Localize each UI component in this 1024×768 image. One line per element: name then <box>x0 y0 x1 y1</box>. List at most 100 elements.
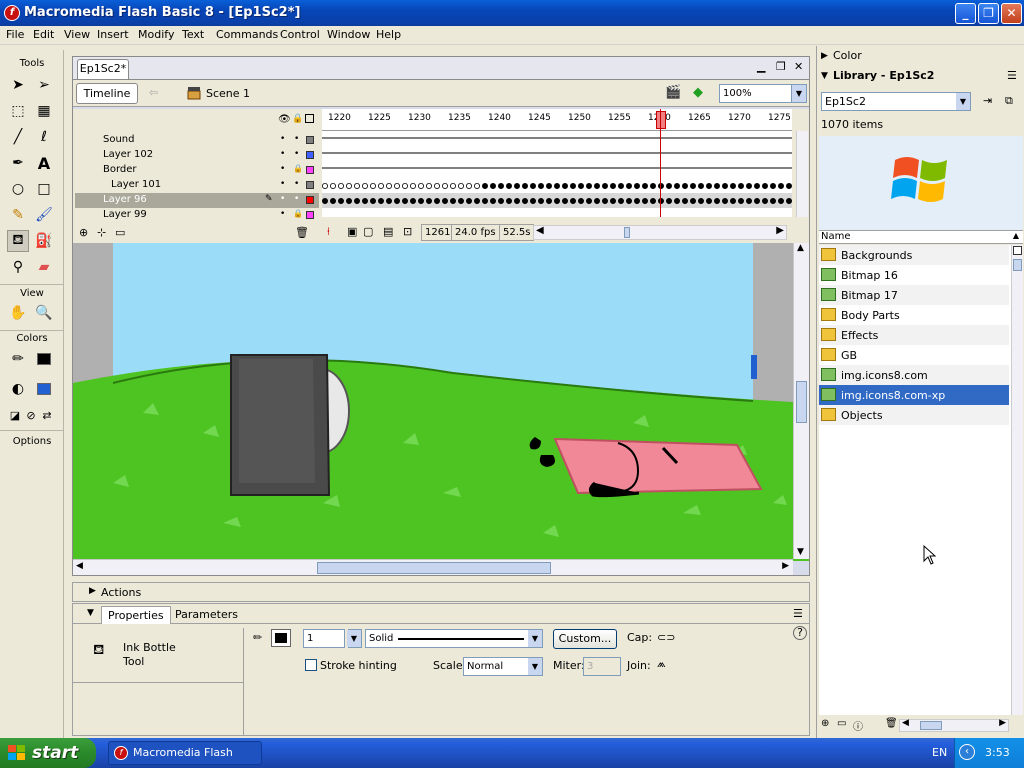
keyframe-dot[interactable] <box>665 183 672 190</box>
pen-tool-icon[interactable]: ✒ <box>7 152 29 174</box>
menu-help[interactable]: Help <box>376 28 401 41</box>
keyframe-dot[interactable] <box>505 198 512 205</box>
keyframe-dot[interactable] <box>665 198 672 205</box>
keyframe-dot[interactable] <box>617 183 624 190</box>
gradient-transform-icon[interactable]: ▦ <box>33 100 55 122</box>
keyframe-dot[interactable] <box>777 198 784 205</box>
visibility-dot-icon[interactable]: • <box>280 149 285 159</box>
keyframe-dot[interactable] <box>745 198 752 205</box>
keyframe-dot[interactable] <box>697 198 704 205</box>
keyframe-dot[interactable] <box>345 183 352 190</box>
keyframe-dot[interactable] <box>745 183 752 190</box>
menu-commands[interactable]: Commands <box>216 28 278 41</box>
stroke-color-icon[interactable]: ✏ <box>7 348 29 370</box>
paint-bucket-icon[interactable]: ⛽ <box>33 230 55 252</box>
panel-menu-icon[interactable]: ☰ <box>793 607 803 620</box>
keyframe-dot[interactable] <box>593 183 600 190</box>
keyframe-dot[interactable] <box>329 198 336 205</box>
keyframe-dot[interactable] <box>649 198 656 205</box>
scroll-thumb[interactable] <box>796 381 807 423</box>
keyframe-dot[interactable] <box>354 198 361 205</box>
keyframe-dot[interactable] <box>713 198 720 205</box>
keyframe-dot[interactable] <box>785 183 792 190</box>
keyframe-dot[interactable] <box>753 183 760 190</box>
keyframe-dot[interactable] <box>633 198 640 205</box>
edit-symbols-icon[interactable]: ◆ <box>693 85 703 100</box>
keyframe-dot[interactable] <box>553 198 560 205</box>
visibility-dot-icon[interactable]: • <box>280 209 285 219</box>
keyframe-dot[interactable] <box>322 183 328 190</box>
new-symbol-icon[interactable]: ⊕ <box>821 718 829 729</box>
keyframe-dot[interactable] <box>649 183 656 190</box>
keyframe-dot[interactable] <box>370 183 377 190</box>
zoom-select[interactable]: 100% ▼ <box>719 84 807 103</box>
keyframe-dot[interactable] <box>553 183 560 190</box>
stroke-hinting-checkbox[interactable] <box>305 659 317 671</box>
library-document-select[interactable]: Ep1Sc2 ▼ <box>821 92 971 111</box>
tab-properties[interactable]: Properties <box>101 606 171 624</box>
new-library-panel-icon[interactable]: ⧉ <box>1005 94 1013 108</box>
stroke-height-input[interactable]: 1 <box>303 629 345 648</box>
document-tab[interactable]: Ep1Sc2* <box>77 59 129 79</box>
stroke-color-swatch[interactable] <box>33 348 55 370</box>
actions-panel-header[interactable]: ▶ Actions <box>72 582 810 602</box>
lock-dot-icon[interactable]: • <box>294 134 299 144</box>
keyframe-dot[interactable] <box>322 198 328 205</box>
locked-icon[interactable]: 🔒 <box>293 164 303 173</box>
edit-scene-icon[interactable]: 🎬 <box>665 85 681 100</box>
collapse-triangle-icon[interactable]: ▼ <box>87 608 94 618</box>
modify-onion-icon[interactable]: ⊡ <box>403 225 412 238</box>
keyframe-dot[interactable] <box>410 183 417 190</box>
keyframe-dot[interactable] <box>625 198 632 205</box>
locked-icon[interactable]: 🔒 <box>293 209 303 218</box>
lasso-icon[interactable]: ℓ <box>33 126 55 148</box>
menu-view[interactable]: View <box>64 28 90 41</box>
keyframe-dot[interactable] <box>481 183 488 190</box>
keyframe-dot[interactable] <box>434 183 441 190</box>
scroll-thumb[interactable] <box>317 562 551 574</box>
swap-colors-icon[interactable]: ⇄ <box>36 404 58 426</box>
keyframe-dot[interactable] <box>681 183 688 190</box>
stage-horizontal-scrollbar[interactable]: ◀ ▶ <box>73 559 793 575</box>
fill-color-icon[interactable]: ◐ <box>7 378 29 400</box>
keyframe-dot[interactable] <box>465 198 472 205</box>
layer-color-swatch[interactable] <box>306 181 314 189</box>
doc-restore-icon[interactable]: ❐ <box>776 60 786 73</box>
scroll-right-icon[interactable]: ▶ <box>782 561 789 571</box>
tray-chevron-icon[interactable]: ‹ <box>959 744 975 760</box>
stroke-style-select[interactable]: Solid ▼ <box>365 629 543 648</box>
taskbar-item-flash[interactable]: f Macromedia Flash Ba... <box>108 741 262 765</box>
keyframe-dot[interactable] <box>729 183 736 190</box>
timeline-vertical-scrollbar[interactable] <box>796 131 808 217</box>
keyframe-dot[interactable] <box>497 198 504 205</box>
stroke-height-dropdown[interactable]: ▼ <box>347 629 362 648</box>
layer-row[interactable]: Border • 🔒 <box>75 163 319 178</box>
layer-row[interactable]: Layer 99 • 🔒 <box>75 208 319 223</box>
sort-icon[interactable]: ▲ <box>1013 231 1019 240</box>
zoom-tool-icon[interactable]: 🔍 <box>33 302 55 324</box>
keyframe-dot[interactable] <box>753 198 760 205</box>
keyframe-dot[interactable] <box>497 183 504 190</box>
keyframe-dot[interactable] <box>434 198 441 205</box>
keyframe-dot[interactable] <box>585 198 592 205</box>
layer-color-swatch[interactable] <box>306 136 314 144</box>
scroll-thumb[interactable] <box>1013 259 1022 271</box>
keyframe-dot[interactable] <box>529 183 536 190</box>
oval-tool-icon[interactable]: ○ <box>7 178 29 200</box>
keyframe-dot[interactable] <box>442 198 449 205</box>
keyframe-dot[interactable] <box>713 183 720 190</box>
keyframe-dot[interactable] <box>449 183 456 190</box>
keyframe-dot[interactable] <box>473 198 480 205</box>
keyframe-dot[interactable] <box>337 183 344 190</box>
playhead-handle[interactable] <box>656 111 666 129</box>
keyframe-dot[interactable] <box>561 198 568 205</box>
lock-icon[interactable]: 🔒 <box>292 114 303 124</box>
keyframe-dot[interactable] <box>577 183 584 190</box>
restore-button[interactable]: ❐ <box>978 3 999 24</box>
onion-outline-icon[interactable]: ▢ <box>363 225 373 238</box>
eraser-icon[interactable]: ▰ <box>33 256 55 278</box>
pin-library-icon[interactable]: ⇥ <box>983 94 992 107</box>
stage[interactable] <box>73 243 809 561</box>
keyframe-dot[interactable] <box>457 198 464 205</box>
keyframe-dot[interactable] <box>681 198 688 205</box>
